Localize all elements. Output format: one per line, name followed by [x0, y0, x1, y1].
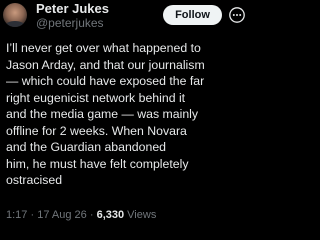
tweet-text-line: I’ll never get over what happened to [6, 41, 201, 55]
tweet-text-line: right eugenicist network behind it [6, 90, 186, 105]
tweet-text-line: Jason Arday, and that our journalism [6, 57, 205, 72]
author-display-name[interactable]: Peter Jukes [36, 1, 109, 16]
more-icon[interactable] [229, 7, 245, 23]
tweet-text-line: — which could have exposed the far [6, 74, 205, 88]
meta-separator: · [30, 209, 35, 221]
tweet-text-line: and the media game — was mainly [6, 107, 199, 121]
tweet-text-line: him, he must have felt completely [6, 156, 189, 171]
tweet-date[interactable]: 17 Aug 26 [37, 209, 87, 221]
views-count[interactable]: 6,330 [97, 209, 125, 221]
tweet-time[interactable]: 1:17 [6, 209, 27, 221]
tweet-text-line: and the Guardian abandoned [6, 140, 166, 154]
tweet-meta: 1:17 · 17 Aug 26 · 6,330 Views [6, 208, 156, 222]
more-icon-graphic [229, 7, 245, 23]
tweet-text: I’ll never get over what happened to Jas… [6, 40, 247, 189]
tweet: Peter Jukes @peterjukes Follow I’ll neve… [0, 0, 251, 240]
tweet-text-line: ostracised [6, 173, 63, 187]
avatar[interactable] [3, 3, 27, 27]
author-info[interactable]: Peter Jukes @peterjukes [36, 1, 109, 31]
tweet-text-line: offline for 2 weeks. When Novara [6, 123, 187, 138]
follow-button[interactable]: Follow [163, 5, 222, 25]
views-label[interactable]: Views [127, 209, 156, 221]
avatar-shirt [5, 21, 25, 27]
meta-separator: · [89, 209, 94, 221]
author-handle[interactable]: @peterjukes [36, 16, 109, 31]
